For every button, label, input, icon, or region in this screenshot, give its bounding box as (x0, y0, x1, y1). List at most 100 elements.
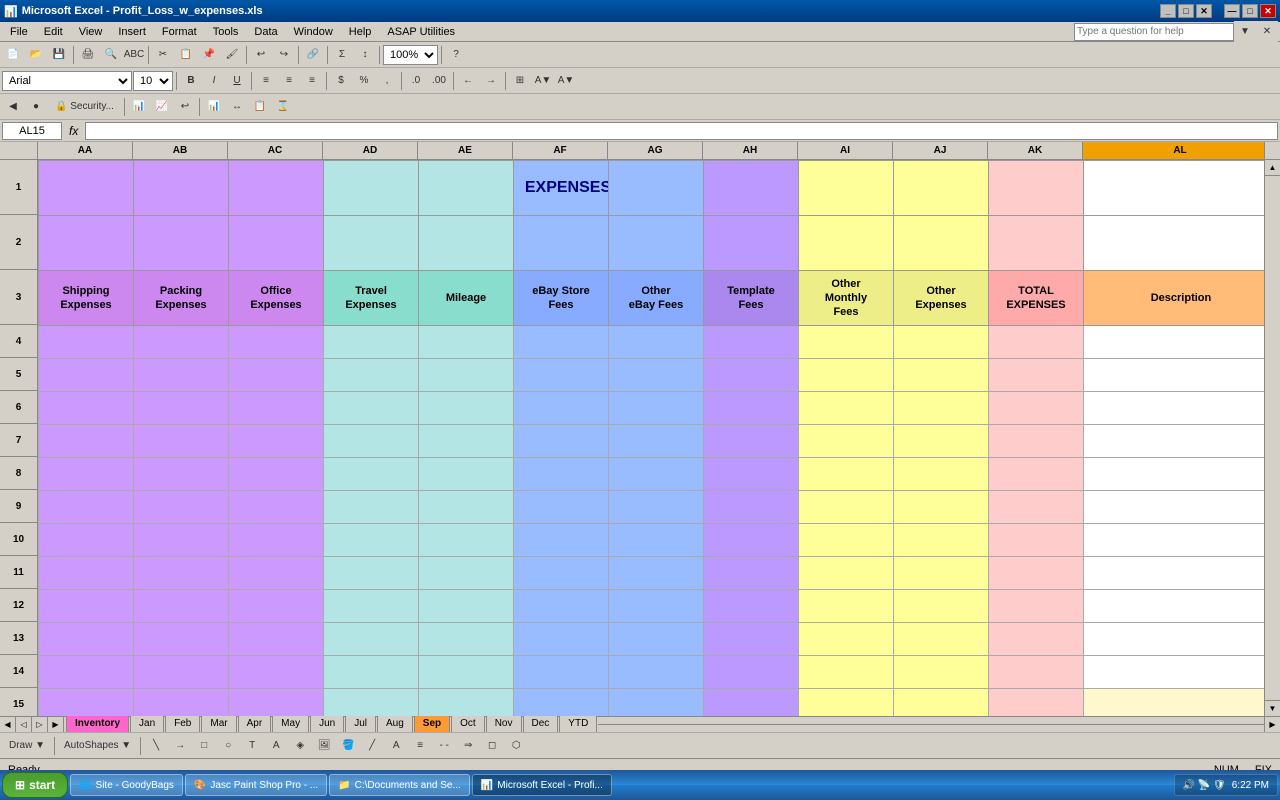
sheet-tab-sep[interactable]: Sep (414, 714, 450, 732)
cell-r13-c8[interactable] (799, 623, 894, 656)
formula-input[interactable] (85, 122, 1278, 140)
menu-edit[interactable]: Edit (36, 24, 71, 40)
cell-r13-c1[interactable] (134, 623, 229, 656)
cell-r6-c1[interactable] (134, 392, 229, 425)
col-header-ac[interactable]: AC (228, 142, 323, 159)
cell-r6-c6[interactable] (609, 392, 704, 425)
cell-r12-c0[interactable] (39, 590, 134, 623)
cell-r5-c0[interactable] (39, 359, 134, 392)
shadow-btn[interactable]: ◻ (481, 735, 503, 757)
menu-asap[interactable]: ASAP Utilities (379, 24, 463, 40)
inner-restore-btn[interactable]: □ (1178, 4, 1194, 18)
header-cell-4[interactable]: Mileage (419, 271, 514, 326)
cell-r12-c10[interactable] (989, 590, 1084, 623)
cell-r13-c9[interactable] (894, 623, 989, 656)
cell-r13-c3[interactable] (324, 623, 419, 656)
cell-r5-c8[interactable] (799, 359, 894, 392)
taskbar-excel[interactable]: 📊 Microsoft Excel - Profi... (472, 774, 612, 796)
wordart-tool[interactable]: A (265, 735, 287, 757)
tb-e4[interactable]: 📈 (151, 96, 173, 118)
cell-r4-c9[interactable] (894, 326, 989, 359)
header-cell-0[interactable]: ShippingExpenses (39, 271, 134, 326)
cell-r11-c4[interactable] (419, 557, 514, 590)
cell-r15-c11[interactable] (1084, 689, 1265, 717)
tb-extra-1[interactable]: ◀ (2, 96, 24, 118)
3d-btn[interactable]: ⬡ (505, 735, 527, 757)
sheet-tab-feb[interactable]: Feb (165, 714, 200, 732)
sheet-tab-ytd[interactable]: YTD (559, 714, 597, 732)
cell-r7-c6[interactable] (609, 425, 704, 458)
cell-r9-c9[interactable] (894, 491, 989, 524)
cell-r8-c3[interactable] (324, 458, 419, 491)
close-btn[interactable]: ✕ (1260, 4, 1276, 18)
cell-r6-c7[interactable] (704, 392, 799, 425)
autoshapes-btn[interactable]: AutoShapes ▼ (59, 735, 136, 757)
cell-r8-c9[interactable] (894, 458, 989, 491)
cell-r1-c7[interactable] (704, 161, 799, 216)
cell-r7-c0[interactable] (39, 425, 134, 458)
header-cell-3[interactable]: TravelExpenses (324, 271, 419, 326)
cell-r1-c6[interactable] (609, 161, 704, 216)
cell-r10-c4[interactable] (419, 524, 514, 557)
cell-r15-c5[interactable] (514, 689, 609, 717)
cell-r8-c8[interactable] (799, 458, 894, 491)
ellipse-tool[interactable]: ○ (217, 735, 239, 757)
cell-r14-c11[interactable] (1084, 656, 1265, 689)
cell-r9-c5[interactable] (514, 491, 609, 524)
cell-r15-c10[interactable] (989, 689, 1084, 717)
cell-r11-c3[interactable] (324, 557, 419, 590)
cell-r4-c8[interactable] (799, 326, 894, 359)
cell-r2-c5[interactable] (514, 216, 609, 271)
sheet-tab-mar[interactable]: Mar (201, 714, 236, 732)
undo-btn[interactable]: ↩ (250, 44, 272, 66)
cell-reference-input[interactable] (2, 122, 62, 140)
cell-r10-c8[interactable] (799, 524, 894, 557)
cut-btn[interactable]: ✂ (152, 44, 174, 66)
arrow-style-btn[interactable]: ⇒ (457, 735, 479, 757)
sheet-tab-may[interactable]: May (272, 714, 309, 732)
clipart-tool[interactable]: 🖼 (313, 735, 335, 757)
v-scrollbar-track[interactable] (1265, 176, 1280, 700)
cell-r1-c9[interactable] (894, 161, 989, 216)
cell-r15-c1[interactable] (134, 689, 229, 717)
cell-r7-c3[interactable] (324, 425, 419, 458)
spellcheck-btn[interactable]: ABC (123, 44, 145, 66)
sheet-tab-dec[interactable]: Dec (523, 714, 559, 732)
cell-r12-c8[interactable] (799, 590, 894, 623)
cell-r11-c1[interactable] (134, 557, 229, 590)
cell-r15-c0[interactable] (39, 689, 134, 717)
cell-r14-c7[interactable] (704, 656, 799, 689)
cell-r13-c11[interactable] (1084, 623, 1265, 656)
cell-r11-c10[interactable] (989, 557, 1084, 590)
bold-btn[interactable]: B (180, 70, 202, 92)
spreadsheet-grid[interactable]: EXPENSESShippingExpensesPackingExpensesO… (38, 160, 1264, 716)
draw-menu-btn[interactable]: Draw ▼ (4, 735, 50, 757)
cell-r11-c0[interactable] (39, 557, 134, 590)
percent-btn[interactable]: % (353, 70, 375, 92)
menu-insert[interactable]: Insert (110, 24, 154, 40)
print-btn[interactable]: 🖨 (77, 44, 99, 66)
scroll-up-btn[interactable]: ▲ (1265, 160, 1280, 176)
cell-r5-c5[interactable] (514, 359, 609, 392)
cell-r10-c3[interactable] (324, 524, 419, 557)
tb-e6[interactable]: 📊 (203, 96, 225, 118)
col-header-ah[interactable]: AH (703, 142, 798, 159)
cell-r13-c4[interactable] (419, 623, 514, 656)
col-header-af[interactable]: AF (513, 142, 608, 159)
scroll-down-btn[interactable]: ▼ (1265, 700, 1280, 716)
cell-r7-c4[interactable] (419, 425, 514, 458)
cell-r4-c1[interactable] (134, 326, 229, 359)
cell-r4-c3[interactable] (324, 326, 419, 359)
indent-dec-btn[interactable]: ← (457, 70, 479, 92)
cell-r6-c11[interactable] (1084, 392, 1265, 425)
cell-r2-c8[interactable] (799, 216, 894, 271)
cell-r1-c3[interactable] (324, 161, 419, 216)
cell-r8-c4[interactable] (419, 458, 514, 491)
cell-r10-c11[interactable] (1084, 524, 1265, 557)
font-color-btn2[interactable]: A (385, 735, 407, 757)
cell-r11-c6[interactable] (609, 557, 704, 590)
cell-r7-c7[interactable] (704, 425, 799, 458)
header-cell-10[interactable]: TOTALEXPENSES (989, 271, 1084, 326)
inner-minimize-btn[interactable]: _ (1160, 4, 1176, 18)
cell-r1-c1[interactable] (134, 161, 229, 216)
